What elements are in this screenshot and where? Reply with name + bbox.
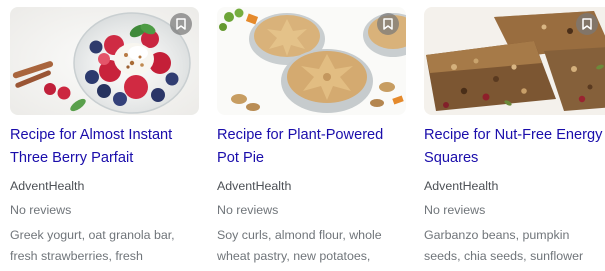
bookmark-icon xyxy=(176,18,186,30)
recipe-title-line[interactable]: Recipe for Nut-Free Energy xyxy=(424,124,605,147)
recipe-title-link[interactable]: Recipe for Plant-Powered Pot Pie xyxy=(217,124,407,170)
recipe-reviews: No reviews xyxy=(10,203,72,217)
recipe-ingredients: Greek yogurt, oat granola bar, fresh str… xyxy=(10,225,200,267)
recipe-title-line[interactable]: Pot Pie xyxy=(217,147,407,170)
recipe-carousel: Recipe for Almost Instant Three Berry Pa… xyxy=(0,0,605,271)
recipe-card-energy-squares[interactable]: Recipe for Nut-Free Energy Squares Adven… xyxy=(424,0,605,271)
bookmark-icon xyxy=(582,18,592,30)
ingredients-line: Garbanzo beans, pumpkin xyxy=(424,228,570,242)
ingredients-line: Greek yogurt, oat granola bar, xyxy=(10,228,175,242)
recipe-card-pot-pie[interactable]: Recipe for Plant-Powered Pot Pie AdventH… xyxy=(217,0,407,271)
recipe-ingredients: Garbanzo beans, pumpkin seeds, chia seed… xyxy=(424,225,605,267)
recipe-title-line[interactable]: Three Berry Parfait xyxy=(10,147,200,170)
recipe-title-link[interactable]: Recipe for Nut-Free Energy Squares xyxy=(424,124,605,170)
recipe-reviews: No reviews xyxy=(424,203,486,217)
recipe-thumbnail[interactable] xyxy=(217,7,406,115)
ingredients-line: wheat pastry, new potatoes, xyxy=(217,249,371,263)
save-recipe-button[interactable] xyxy=(170,13,192,35)
recipe-title-line[interactable]: Recipe for Plant-Powered xyxy=(217,124,407,147)
bookmark-icon xyxy=(383,18,393,30)
recipe-reviews: No reviews xyxy=(217,203,279,217)
ingredients-line: seeds, chia seeds, sunflower xyxy=(424,249,584,263)
recipe-source: AdventHealth xyxy=(217,179,292,193)
recipe-title-link[interactable]: Recipe for Almost Instant Three Berry Pa… xyxy=(10,124,200,170)
recipe-ingredients: Soy curls, almond flour, whole wheat pas… xyxy=(217,225,407,267)
recipe-card-berry-parfait[interactable]: Recipe for Almost Instant Three Berry Pa… xyxy=(10,0,200,271)
recipe-thumbnail[interactable] xyxy=(424,7,605,115)
ingredients-line: fresh strawberries, fresh xyxy=(10,249,143,263)
recipe-title-line[interactable]: Recipe for Almost Instant xyxy=(10,124,200,147)
ingredients-line: Soy curls, almond flour, whole xyxy=(217,228,382,242)
save-recipe-button[interactable] xyxy=(377,13,399,35)
recipe-source: AdventHealth xyxy=(424,179,499,193)
recipe-thumbnail[interactable] xyxy=(10,7,199,115)
recipe-title-line[interactable]: Squares xyxy=(424,147,605,170)
save-recipe-button[interactable] xyxy=(576,13,598,35)
recipe-source: AdventHealth xyxy=(10,179,85,193)
